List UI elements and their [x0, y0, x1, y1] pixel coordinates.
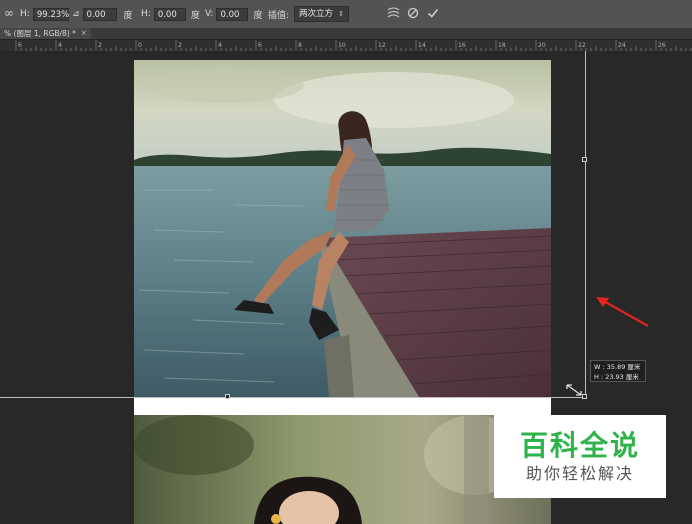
commit-transform-icon[interactable]: [425, 5, 441, 21]
rotate-group: ⊿ 0.00 度: [72, 6, 133, 22]
link-icon[interactable]: ∞: [1, 5, 17, 21]
rotate-angle-input[interactable]: 0.00: [82, 7, 117, 21]
height-scale-input[interactable]: 99.23%: [32, 7, 69, 21]
diagonal-resize-cursor-icon: [566, 384, 582, 396]
ruler-label: 6: [18, 42, 22, 49]
ruler-label: 24: [618, 42, 626, 49]
ruler-label: 18: [498, 42, 506, 49]
canvas-area[interactable]: W : 35.89 厘米 H : 23.93 厘米 百科全说 助你轻松解决: [0, 51, 692, 524]
rotate-unit: 度: [123, 10, 133, 21]
ruler-label: 0: [138, 42, 142, 49]
ruler-label: 22: [578, 42, 586, 49]
document-tab-strip: % (图层 1, RGB/8) * ×: [0, 28, 692, 40]
transform-handle-right[interactable]: [582, 157, 587, 162]
ruler-label: 10: [338, 42, 346, 49]
horizontal-skew-group: H: 0.00 度: [141, 6, 200, 22]
watermark-title: 百科全说: [519, 428, 640, 462]
transform-handle-corner[interactable]: [582, 394, 587, 399]
ruler-label: 2: [178, 42, 182, 49]
horizontal-skew-input[interactable]: 0.00: [153, 7, 186, 21]
interpolation-group: 插值: 两次立方 ⇕: [268, 6, 349, 22]
photo-woman-on-pier[interactable]: [134, 60, 551, 397]
interpolation-value: 两次立方: [299, 9, 334, 19]
cancel-transform-icon[interactable]: [405, 5, 421, 21]
interpolation-select[interactable]: 两次立方 ⇕: [294, 6, 349, 22]
photo-woman-on-pier-art: [134, 60, 551, 397]
transform-options-bar: ∞ H: 99.23% ⊿ 0.00 度 H: 0.00 度 V: 0.00 度…: [0, 0, 692, 29]
transform-size-readout: W : 35.89 厘米 H : 23.93 厘米: [590, 360, 646, 382]
red-arrow-annotation-icon: [596, 297, 649, 327]
document-tab-title: % (图层 1, RGB/8) *: [4, 29, 76, 38]
horizontal-skew-label: H:: [141, 9, 151, 19]
interpolation-label: 插值:: [268, 10, 290, 21]
ruler-label: 2: [98, 42, 102, 49]
select-arrows-icon: ⇕: [338, 10, 344, 18]
document-tab[interactable]: % (图层 1, RGB/8) * ×: [0, 28, 91, 39]
height-scale-group: H: 99.23%: [20, 6, 69, 22]
watermark-subtitle: 助你轻松解决: [525, 463, 634, 483]
vertical-skew-unit: 度: [253, 10, 263, 21]
ruler-label: 26: [658, 42, 666, 49]
canvas-white-gap: [134, 397, 551, 415]
ruler-ticks: 6 4 2 0 2 4 6 8 10 12 14 16 18 20 22 24 26: [15, 40, 692, 51]
photo-portrait-partial-art: [134, 415, 551, 524]
vertical-skew-group: V: 0.00 度: [205, 6, 262, 22]
size-readout-height: H : 23.93 厘米: [594, 373, 639, 381]
ruler-label: 12: [378, 42, 386, 49]
ruler-label: 6: [258, 42, 262, 49]
angle-icon: ⊿: [72, 9, 80, 19]
transform-handle-bottom[interactable]: [225, 394, 230, 399]
ruler-label: 16: [458, 42, 466, 49]
height-scale-label: H:: [20, 9, 30, 19]
size-readout-width: W : 35.89 厘米: [594, 363, 641, 371]
ruler-label: 4: [218, 42, 222, 49]
vertical-skew-input[interactable]: 0.00: [216, 7, 249, 21]
warp-mode-icon[interactable]: [385, 5, 401, 21]
ruler-label: 14: [418, 42, 426, 49]
horizontal-skew-unit: 度: [190, 10, 200, 21]
ruler-label: 4: [58, 42, 62, 49]
close-icon[interactable]: ×: [81, 28, 87, 39]
ruler-label: 8: [298, 42, 302, 49]
watermark-logo: 百科全说 助你轻松解决: [494, 415, 666, 498]
ruler-label: 20: [538, 42, 546, 49]
vertical-skew-label: V:: [205, 9, 214, 19]
photo-portrait-partial[interactable]: [134, 415, 551, 524]
